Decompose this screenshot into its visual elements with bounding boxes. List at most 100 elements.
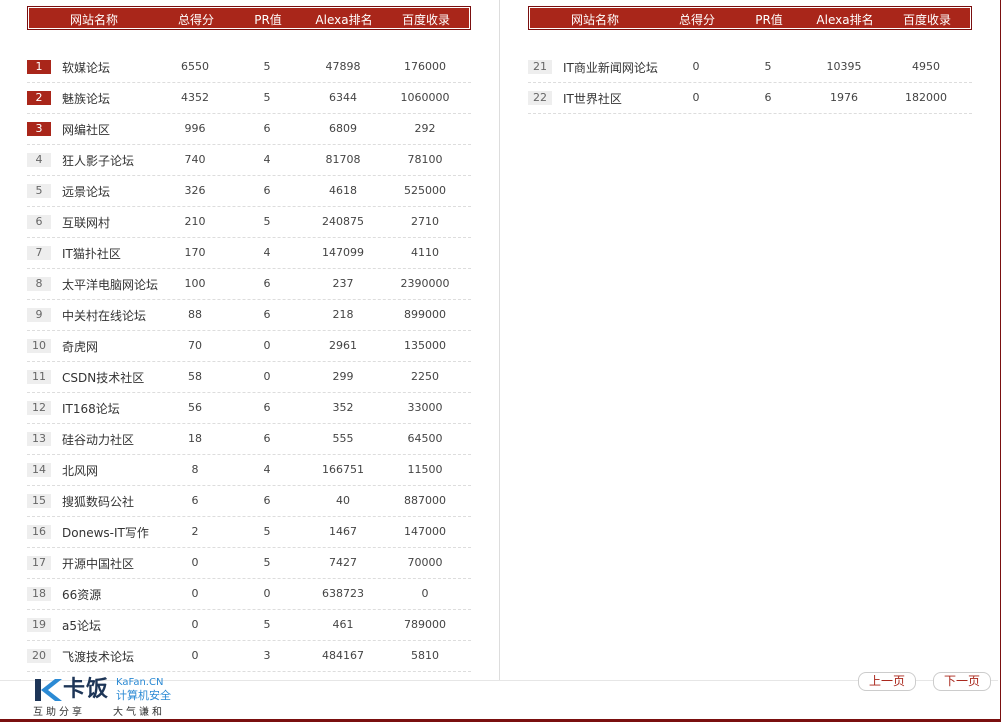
baidu-index: 899000: [404, 308, 446, 321]
alexa-rank: 40: [336, 494, 350, 507]
alexa-rank: 352: [332, 401, 354, 414]
pr-value: 0: [263, 587, 271, 600]
alexa-rank: 237: [332, 277, 354, 290]
rank-badge: 16: [27, 525, 51, 539]
header-site-name: 网站名称: [69, 13, 119, 27]
total-score: 740: [184, 153, 206, 166]
total-score: 0: [692, 60, 700, 73]
baidu-index: 147000: [404, 525, 446, 538]
site-name-link[interactable]: 奇虎网: [62, 338, 98, 355]
alexa-rank: 6809: [329, 122, 357, 135]
site-name-link[interactable]: IT商业新闻网论坛: [563, 59, 658, 76]
rank-badge: 1: [27, 60, 51, 74]
site-name-link[interactable]: 魅族论坛: [62, 90, 110, 107]
table-row: 15 搜狐数码公社 6 6 40 887000: [27, 486, 471, 517]
baidu-index: 887000: [404, 494, 446, 507]
header-total-score: 总得分: [177, 13, 215, 27]
site-name-link[interactable]: IT世界社区: [563, 90, 622, 107]
header-baidu-index: 百度收录: [902, 13, 952, 27]
alexa-rank: 6344: [329, 91, 357, 104]
table-header: 网站名称 总得分 PR值 Alexa排名 百度收录: [27, 6, 471, 30]
pr-value: 5: [263, 60, 271, 73]
logo-brand: 卡饭: [63, 677, 110, 702]
total-score: 2: [191, 525, 199, 538]
alexa-rank: 240875: [322, 215, 364, 228]
rank-badge: 19: [27, 618, 51, 632]
site-name-link[interactable]: a5论坛: [62, 617, 101, 634]
pr-value: 4: [263, 246, 271, 259]
table-row: 3 网编社区 996 6 6809 292: [27, 114, 471, 145]
pr-value: 6: [263, 401, 271, 414]
header-pr-value: PR值: [254, 13, 282, 27]
baidu-index: 789000: [404, 618, 446, 631]
alexa-rank: 4618: [329, 184, 357, 197]
pr-value: 5: [764, 60, 772, 73]
pr-value: 5: [263, 91, 271, 104]
total-score: 56: [188, 401, 202, 414]
site-name-link[interactable]: IT猫扑社区: [62, 245, 121, 262]
site-name-link[interactable]: 飞渡技术论坛: [62, 648, 134, 665]
kafan-logo[interactable]: 卡饭 KaFan.CN 计算机安全 互助分享 大气谦和: [33, 677, 183, 719]
header-baidu-index: 百度收录: [401, 13, 451, 27]
next-page-button[interactable]: 下一页: [933, 672, 991, 691]
pr-value: 6: [263, 494, 271, 507]
site-name-link[interactable]: 66资源: [62, 586, 101, 603]
site-name-link[interactable]: 软媒论坛: [62, 59, 110, 76]
site-name-link[interactable]: 互联网村: [62, 214, 110, 231]
logo-site: KaFan.CN: [116, 677, 164, 688]
alexa-rank: 47898: [325, 60, 361, 73]
baidu-index: 2390000: [400, 277, 450, 290]
table-row: 14 北风网 8 4 166751 11500: [27, 455, 471, 486]
rank-badge: 22: [528, 91, 552, 105]
baidu-index: 5810: [411, 649, 439, 662]
pr-value: 6: [263, 277, 271, 290]
pr-value: 3: [263, 649, 271, 662]
site-name-link[interactable]: 网编社区: [62, 121, 110, 138]
table-row: 16 Donews-IT写作 2 5 1467 147000: [27, 517, 471, 548]
pr-value: 5: [263, 215, 271, 228]
table-row: 1 软媒论坛 6550 5 47898 176000: [27, 52, 471, 83]
pr-value: 6: [263, 184, 271, 197]
table-row: 22 IT世界社区 0 6 1976 182000: [528, 83, 972, 114]
rank-badge: 8: [27, 277, 51, 291]
table-row: 2 魅族论坛 4352 5 6344 1060000: [27, 83, 471, 114]
rank-badge: 13: [27, 432, 51, 446]
rank-badge: 12: [27, 401, 51, 415]
rank-badge: 9: [27, 308, 51, 322]
table-row: 12 IT168论坛 56 6 352 33000: [27, 393, 471, 424]
alexa-rank: 2961: [329, 339, 357, 352]
rank-badge: 18: [27, 587, 51, 601]
site-name-link[interactable]: 远景论坛: [62, 183, 110, 200]
site-name-link[interactable]: Donews-IT写作: [62, 524, 149, 541]
table-row: 6 互联网村 210 5 240875 2710: [27, 207, 471, 238]
pr-value: 6: [263, 308, 271, 321]
site-name-link[interactable]: 中关村在线论坛: [62, 307, 146, 324]
site-name-link[interactable]: IT168论坛: [62, 400, 120, 417]
total-score: 18: [188, 432, 202, 445]
site-name-link[interactable]: 狂人影子论坛: [62, 152, 134, 169]
site-name-link[interactable]: 北风网: [62, 462, 98, 479]
site-name-link[interactable]: 太平洋电脑网论坛: [62, 276, 158, 293]
total-score: 6: [191, 494, 199, 507]
logo-tagline-left: 互助分享: [33, 707, 85, 718]
baidu-index: 135000: [404, 339, 446, 352]
rank-badge: 10: [27, 339, 51, 353]
table-header: 网站名称 总得分 PR值 Alexa排名 百度收录: [528, 6, 972, 30]
rank-badge: 5: [27, 184, 51, 198]
header-total-score: 总得分: [678, 13, 716, 27]
total-score: 326: [184, 184, 206, 197]
header-pr-value: PR值: [755, 13, 783, 27]
prev-page-button[interactable]: 上一页: [858, 672, 916, 691]
site-name-link[interactable]: CSDN技术社区: [62, 369, 144, 386]
ranking-list: 21 IT商业新闻网论坛 0 5 10395 4950 22 IT世界社区 0 6 1976 1820…: [528, 52, 972, 114]
table-row: 8 太平洋电脑网论坛 100 6 237 2390000: [27, 269, 471, 300]
table-row: 18 66资源 0 0 638723 0: [27, 579, 471, 610]
ranking-list: 1 软媒论坛 6550 5 47898 176000 2 魅族论坛 4352 5 6344 10600…: [27, 52, 471, 672]
pr-value: 5: [263, 525, 271, 538]
baidu-index: 4110: [411, 246, 439, 259]
table-row: 13 硅谷动力社区 18 6 555 64500: [27, 424, 471, 455]
site-name-link[interactable]: 搜狐数码公社: [62, 493, 134, 510]
site-name-link[interactable]: 硅谷动力社区: [62, 431, 134, 448]
site-name-link[interactable]: 开源中国社区: [62, 555, 134, 572]
logo-security: 计算机安全: [116, 689, 171, 702]
